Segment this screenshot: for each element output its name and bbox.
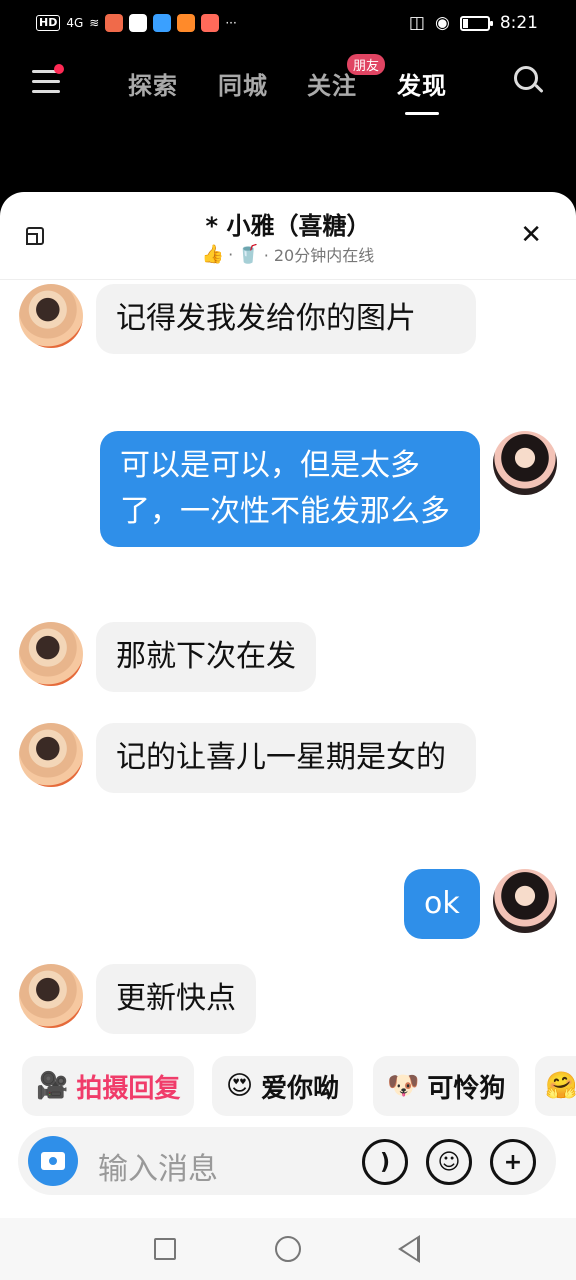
quick-reply-label: 拍摄回复 <box>76 1073 181 1104</box>
contact-avatar[interactable] <box>19 622 83 686</box>
quick-reply-label: 可怜狗 <box>427 1073 506 1104</box>
camera-icon[interactable] <box>28 1136 78 1186</box>
hd-indicator: HD <box>36 15 61 31</box>
mail-app-icon <box>201 14 220 32</box>
chat-title[interactable]: * 小雅（喜糖） <box>0 206 576 241</box>
tab-discover[interactable]: 发现 <box>397 66 447 115</box>
message-bubble[interactable]: 那就下次在发 <box>96 622 316 692</box>
contact-avatar[interactable] <box>19 284 83 348</box>
close-icon[interactable]: ✕ <box>520 222 542 248</box>
wechat-icon <box>129 14 148 32</box>
drink-icon: 🥤 <box>237 243 260 265</box>
tab-explore[interactable]: 探索 <box>128 66 178 101</box>
back-icon[interactable] <box>398 1235 420 1263</box>
status-right: ◫ ◉ 8:21 <box>409 13 538 33</box>
top-nav: 探索 同城 关注 朋友 发现 <box>0 50 576 120</box>
recent-apps-icon[interactable] <box>154 1238 176 1260</box>
home-icon[interactable] <box>275 1236 301 1262</box>
online-status: · 20分钟内在线 <box>263 246 375 265</box>
more-notifications: ··· <box>225 16 237 30</box>
contact-avatar[interactable] <box>19 723 83 787</box>
tab-local[interactable]: 同城 <box>218 66 268 101</box>
quick-reply-label: 爱你呦 <box>261 1073 340 1104</box>
message-input[interactable]: 输入消息 <box>98 1144 218 1188</box>
message-input-bar: 输入消息 ) ☺ + <box>18 1127 556 1195</box>
wifi-icon: ≋ <box>89 16 100 30</box>
chat-subtitle: 👍 · 🥤 · 20分钟内在线 <box>0 242 576 266</box>
heart-eyes-emoji-icon: 😍 <box>226 1071 254 1101</box>
quick-reply-puppy[interactable]: 🐶 可怜狗 <box>373 1056 520 1116</box>
message-bubble[interactable]: 更新快点 <box>96 964 256 1034</box>
quick-reply-hug[interactable]: 🤗 <box>535 1056 576 1116</box>
voice-icon[interactable]: ) <box>362 1139 408 1185</box>
contact-avatar[interactable] <box>19 964 83 1028</box>
status-left: HD 4G ≋ ··· <box>36 14 237 32</box>
emoji-icon[interactable]: ☺ <box>426 1139 472 1185</box>
eye-comfort-icon: ◉ <box>434 13 450 33</box>
message-bubble[interactable]: 记的让喜儿一星期是女的 <box>96 723 476 793</box>
menu-button[interactable] <box>32 64 64 96</box>
vibrate-icon: ◫ <box>408 13 425 33</box>
plus-icon[interactable]: + <box>490 1139 536 1185</box>
message-bubble[interactable]: ok <box>404 869 480 939</box>
app-notification-icon <box>105 14 124 32</box>
puppy-emoji-icon: 🐶 <box>387 1071 420 1101</box>
message-bubble[interactable]: 可以是可以，但是太多了，一次性不能发那么多 <box>100 431 480 547</box>
subtitle-separator: · <box>228 244 234 264</box>
friends-badge: 朋友 <box>347 54 386 75</box>
search-icon[interactable] <box>512 64 546 98</box>
clock: 8:21 <box>499 13 538 33</box>
my-avatar[interactable] <box>493 869 557 933</box>
quick-reply-shoot[interactable]: 🎥 拍摄回复 <box>22 1056 195 1116</box>
message-bubble[interactable]: 记得发我发给你的图片 <box>96 284 476 354</box>
quick-reply-love[interactable]: 😍 爱你呦 <box>212 1056 354 1116</box>
fire-level-icon: 👍 <box>201 243 225 265</box>
camera-sticker-icon: 🎥 <box>36 1071 69 1101</box>
status-bar: HD 4G ≋ ··· ◫ ◉ 8:21 <box>0 0 576 50</box>
battery-icon <box>459 15 493 31</box>
notification-dot <box>54 64 64 74</box>
system-nav-bar <box>0 1218 576 1280</box>
video-app-icon <box>177 14 196 32</box>
signal-icon: 4G <box>66 16 84 30</box>
chat-header: * 小雅（喜糖） 👍 · 🥤 · 20分钟内在线 ✕ <box>0 192 576 280</box>
hugging-emoji-icon: 🤗 <box>545 1071 576 1101</box>
my-avatar[interactable] <box>493 431 557 495</box>
chat-sheet: * 小雅（喜糖） 👍 · 🥤 · 20分钟内在线 ✕ 记得发我发给你的图片 可以… <box>0 192 576 1280</box>
app-notification-icon <box>153 14 172 32</box>
